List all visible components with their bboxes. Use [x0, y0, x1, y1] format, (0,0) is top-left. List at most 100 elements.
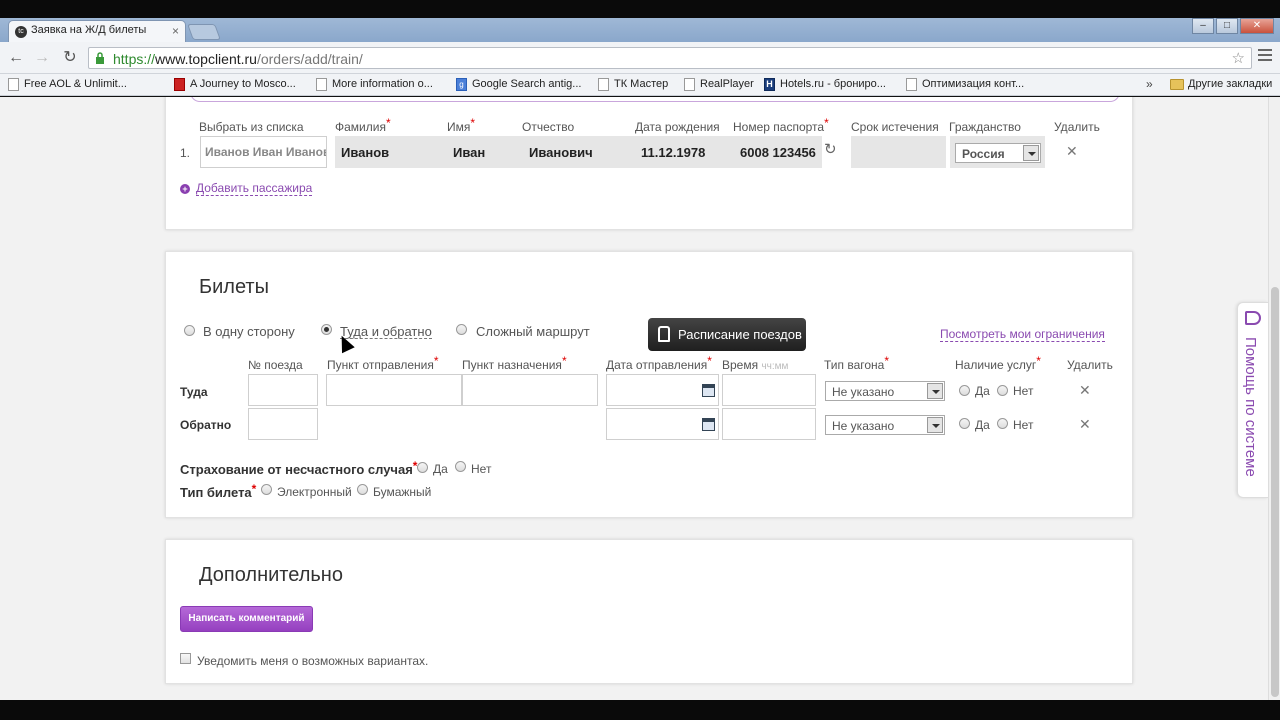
- col-last-name-text: Фамилия: [335, 120, 386, 134]
- bookmark-item[interactable]: Оптимизация конт...: [906, 78, 1024, 91]
- destination-input[interactable]: [462, 374, 598, 406]
- other-bookmarks-folder[interactable]: Другие закладки: [1170, 78, 1272, 90]
- window-controls: – □ ✕: [1192, 18, 1274, 34]
- first-name-field[interactable]: Иван: [447, 136, 522, 168]
- bookmark-item[interactable]: RealPlayer: [684, 78, 754, 91]
- time-input-back[interactable]: [722, 408, 816, 440]
- car-type-value: Не указано: [832, 419, 895, 433]
- col-destination: Пункт назначения*: [462, 354, 567, 372]
- calendar-icon[interactable]: [702, 384, 715, 397]
- radio-round-trip[interactable]: [321, 324, 332, 335]
- car-type-select-there[interactable]: Не указано: [825, 381, 945, 401]
- car-type-select-back[interactable]: Не указано: [825, 415, 945, 435]
- bookmark-item[interactable]: A Journey to Mosco...: [174, 78, 296, 91]
- dep-date-input-back[interactable]: [606, 408, 719, 440]
- col-departure: Пункт отправления*: [327, 354, 439, 372]
- bookmark-item[interactable]: More information o...: [316, 78, 433, 91]
- expiry-field[interactable]: [851, 136, 946, 168]
- browser-menu-icon[interactable]: [1258, 49, 1272, 63]
- bookmark-label: A Journey to Mosco...: [190, 78, 296, 90]
- label-yes: Да: [433, 462, 448, 476]
- time-input-there[interactable]: [722, 374, 816, 406]
- refresh-icon[interactable]: ↻: [824, 140, 837, 158]
- col-time-text: Время: [722, 358, 759, 372]
- radio-insurance-no[interactable]: [455, 461, 466, 472]
- departure-input[interactable]: [326, 374, 462, 406]
- bookmark-item[interactable]: H Hotels.ru - брониро...: [764, 78, 886, 91]
- required-mark: *: [561, 354, 567, 368]
- back-arrow-icon[interactable]: ←: [6, 48, 26, 68]
- passport-field[interactable]: 6008 123456: [734, 136, 822, 168]
- add-passenger-link[interactable]: Добавить пассажира: [196, 182, 313, 196]
- delete-passenger-icon[interactable]: ✕: [1066, 143, 1078, 160]
- hotels-icon: H: [764, 78, 775, 91]
- col-services-text: Наличие услуг: [955, 358, 1037, 372]
- insurance-label-text: Страхование от несчастного случая: [180, 462, 413, 477]
- delete-row-icon[interactable]: ✕: [1079, 382, 1091, 399]
- birth-date-field[interactable]: 11.12.1978: [634, 136, 734, 168]
- page-icon: [684, 78, 695, 91]
- megaphone-icon: [1245, 311, 1261, 325]
- radio-insurance-yes[interactable]: [417, 462, 428, 473]
- citizenship-cell: Россия: [950, 136, 1045, 168]
- plus-icon[interactable]: +: [180, 184, 190, 194]
- calendar-icon[interactable]: [702, 418, 715, 431]
- page-icon: [316, 78, 327, 91]
- required-mark: *: [1036, 354, 1041, 368]
- reload-icon[interactable]: ↻: [60, 48, 80, 68]
- pick-passenger-input[interactable]: Иванов Иван Иванович: [200, 136, 327, 168]
- page-scrollbar[interactable]: [1268, 97, 1280, 700]
- tab-close-icon[interactable]: ×: [172, 24, 179, 38]
- folder-icon: [1170, 79, 1184, 90]
- new-tab-button[interactable]: [187, 24, 221, 40]
- label-one-way: В одну сторону: [203, 324, 295, 339]
- url-path: /orders/add/train/: [256, 51, 363, 67]
- url-text: https://www.topclient.ru/orders/add/trai…: [113, 51, 363, 67]
- col-departure-text: Пункт отправления: [327, 358, 434, 372]
- citizenship-select[interactable]: Россия: [955, 143, 1041, 163]
- bookmark-star-icon[interactable]: ☆: [1232, 49, 1245, 67]
- label-round-trip[interactable]: Туда и обратно: [340, 325, 432, 339]
- notify-checkbox[interactable]: [180, 653, 191, 664]
- bookmark-item[interactable]: ТК Мастер: [598, 78, 669, 91]
- radio-services-no-back[interactable]: [997, 418, 1008, 429]
- row-label-there: Туда: [180, 385, 208, 399]
- maximize-icon[interactable]: □: [1216, 18, 1238, 34]
- scrollbar-thumb[interactable]: [1271, 287, 1279, 697]
- tab-title: Заявка на Ж/Д билеты: [31, 24, 147, 36]
- notify-label: Уведомить меня о возможных вариантах.: [197, 654, 429, 668]
- browser-tab[interactable]: tc Заявка на Ж/Д билеты ×: [8, 20, 186, 42]
- radio-paper[interactable]: [357, 484, 368, 495]
- window-close-icon[interactable]: ✕: [1240, 18, 1274, 34]
- radio-services-yes-back[interactable]: [959, 418, 970, 429]
- col-train-no: № поезда: [248, 358, 303, 372]
- col-pick: Выбрать из списка: [199, 120, 304, 134]
- chevron-down-icon: [927, 417, 943, 433]
- write-comment-button[interactable]: Написать комментарий: [180, 606, 313, 632]
- minimize-icon[interactable]: –: [1192, 18, 1214, 34]
- patronymic-field[interactable]: Иванович: [522, 136, 634, 168]
- train-no-input-there[interactable]: [248, 374, 318, 406]
- view-limits-link[interactable]: Посмотреть мои ограничения: [940, 328, 1105, 342]
- help-side-tab[interactable]: Помощь по системе: [1237, 302, 1268, 498]
- radio-one-way[interactable]: [184, 325, 195, 336]
- delete-row-icon[interactable]: ✕: [1079, 416, 1091, 433]
- col-last-name: Фамилия*: [335, 116, 391, 134]
- train-schedule-button[interactable]: Расписание поездов: [648, 318, 806, 351]
- radio-complex-route[interactable]: [456, 324, 467, 335]
- bookmark-item[interactable]: g Google Search antig...: [456, 78, 581, 91]
- radio-services-yes-there[interactable]: [959, 385, 970, 396]
- passengers-card: Выбрать из списка Фамилия* Имя* Отчество…: [165, 97, 1133, 230]
- last-name-field[interactable]: Иванов: [335, 136, 447, 168]
- train-no-input-back[interactable]: [248, 408, 318, 440]
- col-birth-date: Дата рождения: [635, 120, 720, 134]
- bookmark-label: ТК Мастер: [614, 78, 669, 90]
- bookmark-item[interactable]: Free AOL & Unlimit...: [8, 78, 127, 91]
- bookmarks-overflow-icon[interactable]: »: [1146, 77, 1153, 91]
- radio-electronic[interactable]: [261, 484, 272, 495]
- radio-services-no-there[interactable]: [997, 385, 1008, 396]
- dep-date-input-there[interactable]: [606, 374, 719, 406]
- address-bar[interactable]: https://www.topclient.ru/orders/add/trai…: [88, 47, 1252, 69]
- forward-arrow-icon[interactable]: →: [32, 48, 52, 68]
- col-patronymic: Отчество: [522, 120, 575, 134]
